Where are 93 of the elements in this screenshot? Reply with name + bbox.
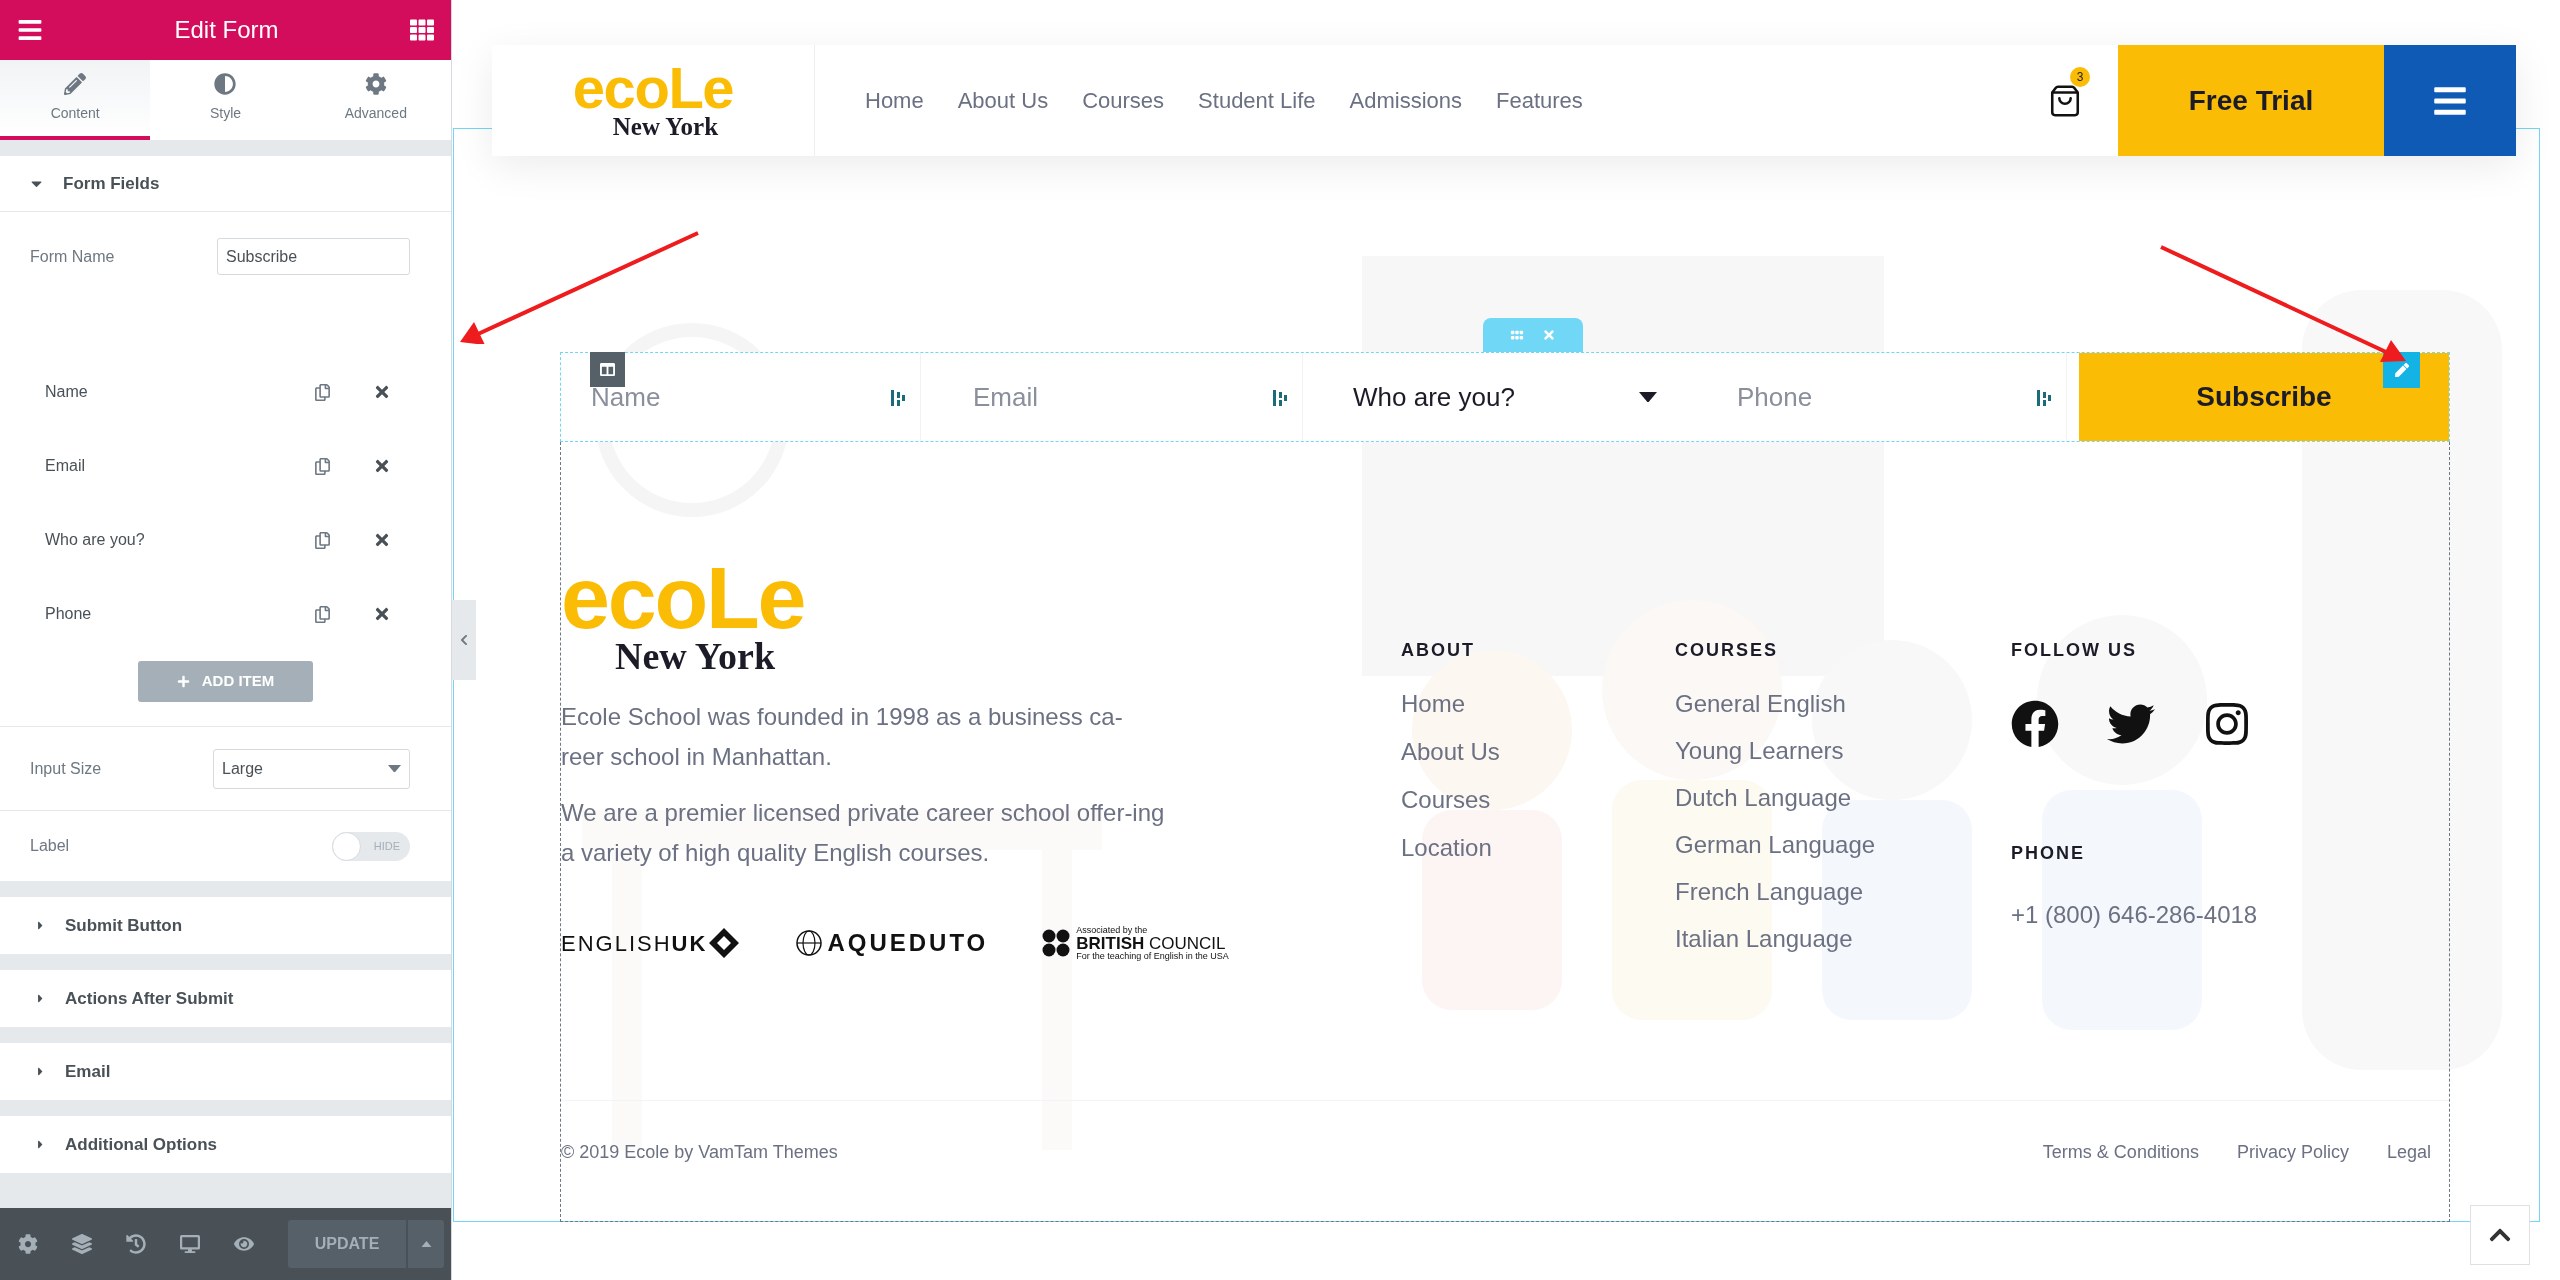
cart-count-badge: 3: [2070, 67, 2090, 87]
contrast-icon: [214, 72, 237, 95]
footer-link[interactable]: Courses: [1401, 784, 1675, 816]
item-label: Email: [45, 456, 86, 476]
footer-link[interactable]: Dutch Language: [1675, 782, 2011, 814]
input-size-select[interactable]: Large: [213, 748, 410, 789]
footer-link[interactable]: Home: [1401, 688, 1675, 720]
nav-link[interactable]: Home: [865, 84, 924, 117]
pencil-icon: [2394, 363, 2409, 377]
delete-button[interactable]: [373, 531, 391, 549]
british-council-logo: Associated by the BRITISH COUNCIL For the teaching of English in the USA: [1042, 925, 1229, 961]
gear-icon: [364, 72, 387, 95]
field-badge-icon: [1273, 388, 1287, 408]
drag-handle-icon[interactable]: [1510, 328, 1524, 342]
form-name-input[interactable]: Subscribe: [217, 238, 410, 275]
field-label: Input Size: [30, 758, 102, 779]
column-heading: PHONE: [2011, 842, 2086, 865]
duplicate-button[interactable]: [314, 605, 331, 623]
delete-button[interactable]: [373, 605, 391, 623]
instagram-icon[interactable]: [2203, 700, 2251, 748]
legal-link[interactable]: Terms & Conditions: [2042, 1138, 2199, 1166]
footer-link[interactable]: Location: [1401, 832, 1675, 864]
free-trial-button[interactable]: Free Trial: [2118, 45, 2384, 156]
logo-city: New York: [612, 114, 719, 140]
legal-link[interactable]: Legal: [2386, 1138, 2431, 1166]
nav-link[interactable]: Admissions: [1349, 84, 1463, 117]
duplicate-button[interactable]: [314, 531, 331, 549]
menu-button[interactable]: [17, 17, 43, 43]
nav-link[interactable]: Features: [1496, 84, 1583, 117]
delete-button[interactable]: [373, 457, 391, 475]
logo-wordmark: ecoLe: [572, 61, 734, 115]
duplicate-button[interactable]: [314, 457, 331, 475]
caret-icon: [420, 1240, 432, 1248]
duplicate-button[interactable]: [314, 383, 331, 401]
menu-button[interactable]: [2384, 45, 2516, 156]
field-label: Form Name: [30, 246, 115, 267]
repeater-item[interactable]: Name: [0, 355, 451, 429]
footer-link[interactable]: Young Learners: [1675, 735, 2011, 767]
delete-button[interactable]: [373, 383, 391, 401]
history-button[interactable]: [126, 1234, 146, 1254]
repeater-item[interactable]: Who are you?: [0, 503, 451, 577]
footer-link[interactable]: German Language: [1675, 829, 2011, 861]
repeater-item[interactable]: Email: [0, 429, 451, 503]
phone-number: +1 (800) 646-286-4018: [2011, 900, 2258, 930]
section-header[interactable]: Email: [0, 1043, 451, 1100]
update-button[interactable]: UPDATE: [288, 1220, 406, 1268]
nav-link[interactable]: Courses: [1082, 84, 1165, 117]
section-header[interactable]: Actions After Submit: [0, 970, 451, 1027]
item-label: Who are you?: [45, 530, 146, 550]
copyright-text: © 2019 Ecole by VamTam Themes: [561, 1140, 838, 1164]
column-heading: COURSES: [1675, 639, 1779, 662]
section-header[interactable]: Additional Options: [0, 1116, 451, 1173]
about-paragraph: Ecole School was founded in 1998 as a business ca-reer school in Manhattan.: [561, 702, 1124, 773]
panel-title: Edit Form: [174, 15, 279, 45]
nav-link[interactable]: Student Life: [1198, 84, 1316, 117]
legal-link[interactable]: Privacy Policy: [2236, 1138, 2349, 1166]
back-to-top-button[interactable]: [2470, 1205, 2530, 1265]
repeater-item[interactable]: Phone: [0, 577, 451, 651]
section-header[interactable]: Submit Button: [0, 897, 451, 954]
desktop-button[interactable]: [180, 1234, 200, 1254]
panel-tab[interactable]: Content: [0, 60, 151, 140]
field-label: Label: [30, 836, 70, 856]
caret-icon: [1639, 391, 1657, 403]
item-label: Phone: [45, 604, 93, 624]
footer-link[interactable]: About Us: [1401, 736, 1675, 768]
subscribe-button[interactable]: Subscribe: [2079, 353, 2449, 441]
logo-wordmark: ecoLe: [561, 558, 805, 638]
column-handle-button[interactable]: [590, 352, 625, 387]
nav-link[interactable]: About Us: [957, 84, 1049, 117]
apps-grid-button[interactable]: [410, 18, 434, 42]
aqueduto-logo: AQUEDUTO: [795, 925, 989, 962]
english-uk-logo: ENGLISHUK: [561, 926, 742, 960]
preview-button[interactable]: [234, 1234, 254, 1254]
footer-link[interactable]: French Language: [1675, 876, 2011, 908]
column-heading: FOLLOW US: [2011, 639, 2138, 662]
facebook-icon[interactable]: [2011, 700, 2059, 748]
item-label: Name: [45, 382, 89, 402]
logo-city: New York: [615, 637, 776, 676]
section-header[interactable]: Form Fields: [0, 156, 451, 212]
layers-button[interactable]: [72, 1234, 92, 1254]
about-paragraph: We are a premier licensed private career school offer-ing a variety of high quality English courses.: [561, 798, 1166, 869]
caret-icon: [388, 764, 401, 773]
footer-link[interactable]: General English: [1675, 688, 2011, 720]
pencil-icon: [64, 72, 87, 95]
plus-icon: [176, 675, 190, 688]
columns-icon: [600, 362, 615, 377]
field-badge-icon: [2037, 388, 2051, 408]
settings-button[interactable]: [18, 1234, 38, 1254]
cart-icon[interactable]: [2048, 83, 2082, 118]
column-heading: ABOUT: [1401, 639, 1476, 662]
field-badge-icon: [891, 388, 905, 408]
footer-link[interactable]: Italian Language: [1675, 923, 2011, 955]
chevron-left-icon: [458, 634, 470, 646]
